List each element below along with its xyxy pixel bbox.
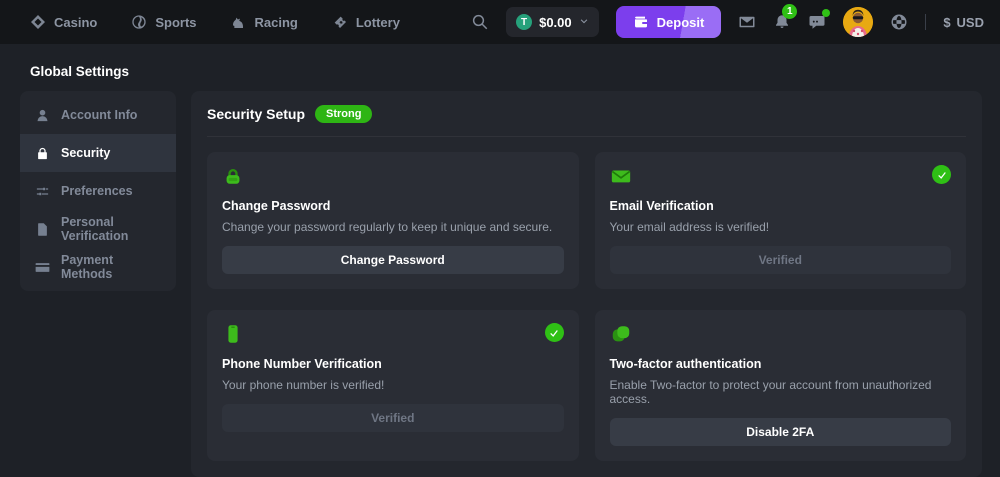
- card-description: Change your password regularly to keep i…: [222, 220, 564, 234]
- email-verified-button: Verified: [610, 246, 952, 274]
- deposit-label: Deposit: [657, 15, 705, 30]
- wallet-icon: [633, 14, 649, 30]
- chat-status-dot: [822, 9, 830, 17]
- sliders-icon: [35, 184, 50, 199]
- sidebar-item-preferences[interactable]: Preferences: [20, 172, 176, 210]
- chat-button[interactable]: [808, 13, 826, 31]
- phone-verified-button: Verified: [222, 404, 564, 432]
- tether-coin-icon: T: [516, 14, 532, 30]
- notification-count-badge: 1: [782, 4, 797, 19]
- sidebar-item-label: Account Info: [61, 108, 137, 122]
- credit-card-icon: [35, 260, 50, 275]
- card-title: Email Verification: [610, 199, 952, 213]
- content: Account Info Security Preferences Person…: [0, 91, 1000, 477]
- padlock-green-icon: [222, 165, 244, 187]
- nav-item-sports[interactable]: Sports: [131, 14, 196, 30]
- sidebar-item-label: Personal Verification: [61, 215, 161, 243]
- security-cards: Change Password Change your password reg…: [207, 152, 966, 461]
- messages-button[interactable]: [738, 13, 756, 31]
- change-password-button[interactable]: Change Password: [222, 246, 564, 274]
- currency-code: USD: [957, 15, 984, 30]
- user-icon: [35, 108, 50, 123]
- nav-item-racing[interactable]: Racing: [231, 14, 298, 30]
- chevron-down-icon: [579, 13, 589, 31]
- currency-selector[interactable]: $ USD: [943, 15, 984, 30]
- header-right: T $0.00 Deposit 1: [471, 6, 984, 38]
- card-title: Two-factor authentication: [610, 357, 952, 371]
- deposit-button[interactable]: Deposit: [616, 6, 722, 38]
- card-description: Your email address is verified!: [610, 220, 952, 234]
- settings-sidebar: Account Info Security Preferences Person…: [20, 91, 176, 291]
- currency-symbol: $: [943, 15, 950, 30]
- phone-green-icon: [222, 323, 244, 345]
- sidebar-item-label: Security: [61, 146, 110, 160]
- balance-selector[interactable]: T $0.00: [506, 7, 599, 37]
- language-button[interactable]: [890, 13, 908, 31]
- top-bar: Casino Sports Racing Lottery T $0.00 Dep…: [0, 0, 1000, 44]
- two-factor-card: Two-factor authentication Enable Two-fac…: [595, 310, 967, 461]
- strength-badge: Strong: [315, 105, 372, 123]
- nav-item-lottery[interactable]: Lottery: [332, 14, 400, 30]
- nav-label: Sports: [155, 15, 196, 30]
- envelope-icon: [738, 13, 756, 31]
- phone-verification-card: Phone Number Verification Your phone num…: [207, 310, 579, 461]
- page-title: Global Settings: [30, 64, 1000, 79]
- search-button[interactable]: [471, 13, 489, 31]
- sidebar-item-account-info[interactable]: Account Info: [20, 96, 176, 134]
- two-factor-shields-icon: [610, 323, 632, 345]
- card-title: Phone Number Verification: [222, 357, 564, 371]
- sidebar-item-security[interactable]: Security: [20, 134, 176, 172]
- disable-2fa-button[interactable]: Disable 2FA: [610, 418, 952, 446]
- envelope-green-icon: [610, 165, 632, 187]
- main-nav: Casino Sports Racing Lottery: [30, 14, 400, 30]
- card-title: Change Password: [222, 199, 564, 213]
- security-panel-header: Security Setup Strong: [207, 105, 966, 137]
- verified-check-icon: [545, 323, 564, 342]
- search-icon: [471, 13, 489, 31]
- lottery-icon: [332, 14, 348, 30]
- nav-label: Casino: [54, 15, 97, 30]
- notifications-button[interactable]: 1: [773, 13, 791, 31]
- sidebar-item-label: Payment Methods: [61, 253, 161, 281]
- avatar[interactable]: [843, 7, 873, 37]
- balance-amount: $0.00: [539, 15, 572, 30]
- card-description: Your phone number is verified!: [222, 378, 564, 392]
- globe-icon: [890, 13, 908, 31]
- email-verification-card: Email Verification Your email address is…: [595, 152, 967, 289]
- document-icon: [35, 222, 50, 237]
- nav-label: Racing: [255, 15, 298, 30]
- security-panel: Security Setup Strong Change Password Ch…: [191, 91, 982, 477]
- lock-icon: [35, 146, 50, 161]
- nav-label: Lottery: [356, 15, 400, 30]
- sidebar-item-personal-verification[interactable]: Personal Verification: [20, 210, 176, 248]
- header-divider: [925, 14, 926, 30]
- change-password-card: Change Password Change your password reg…: [207, 152, 579, 289]
- card-description: Enable Two-factor to protect your accoun…: [610, 378, 952, 406]
- nav-item-casino[interactable]: Casino: [30, 14, 97, 30]
- sidebar-item-payment-methods[interactable]: Payment Methods: [20, 248, 176, 286]
- racing-icon: [231, 14, 247, 30]
- sidebar-item-label: Preferences: [61, 184, 133, 198]
- sports-icon: [131, 14, 147, 30]
- panel-title: Security Setup: [207, 106, 305, 122]
- verified-check-icon: [932, 165, 951, 184]
- casino-icon: [30, 14, 46, 30]
